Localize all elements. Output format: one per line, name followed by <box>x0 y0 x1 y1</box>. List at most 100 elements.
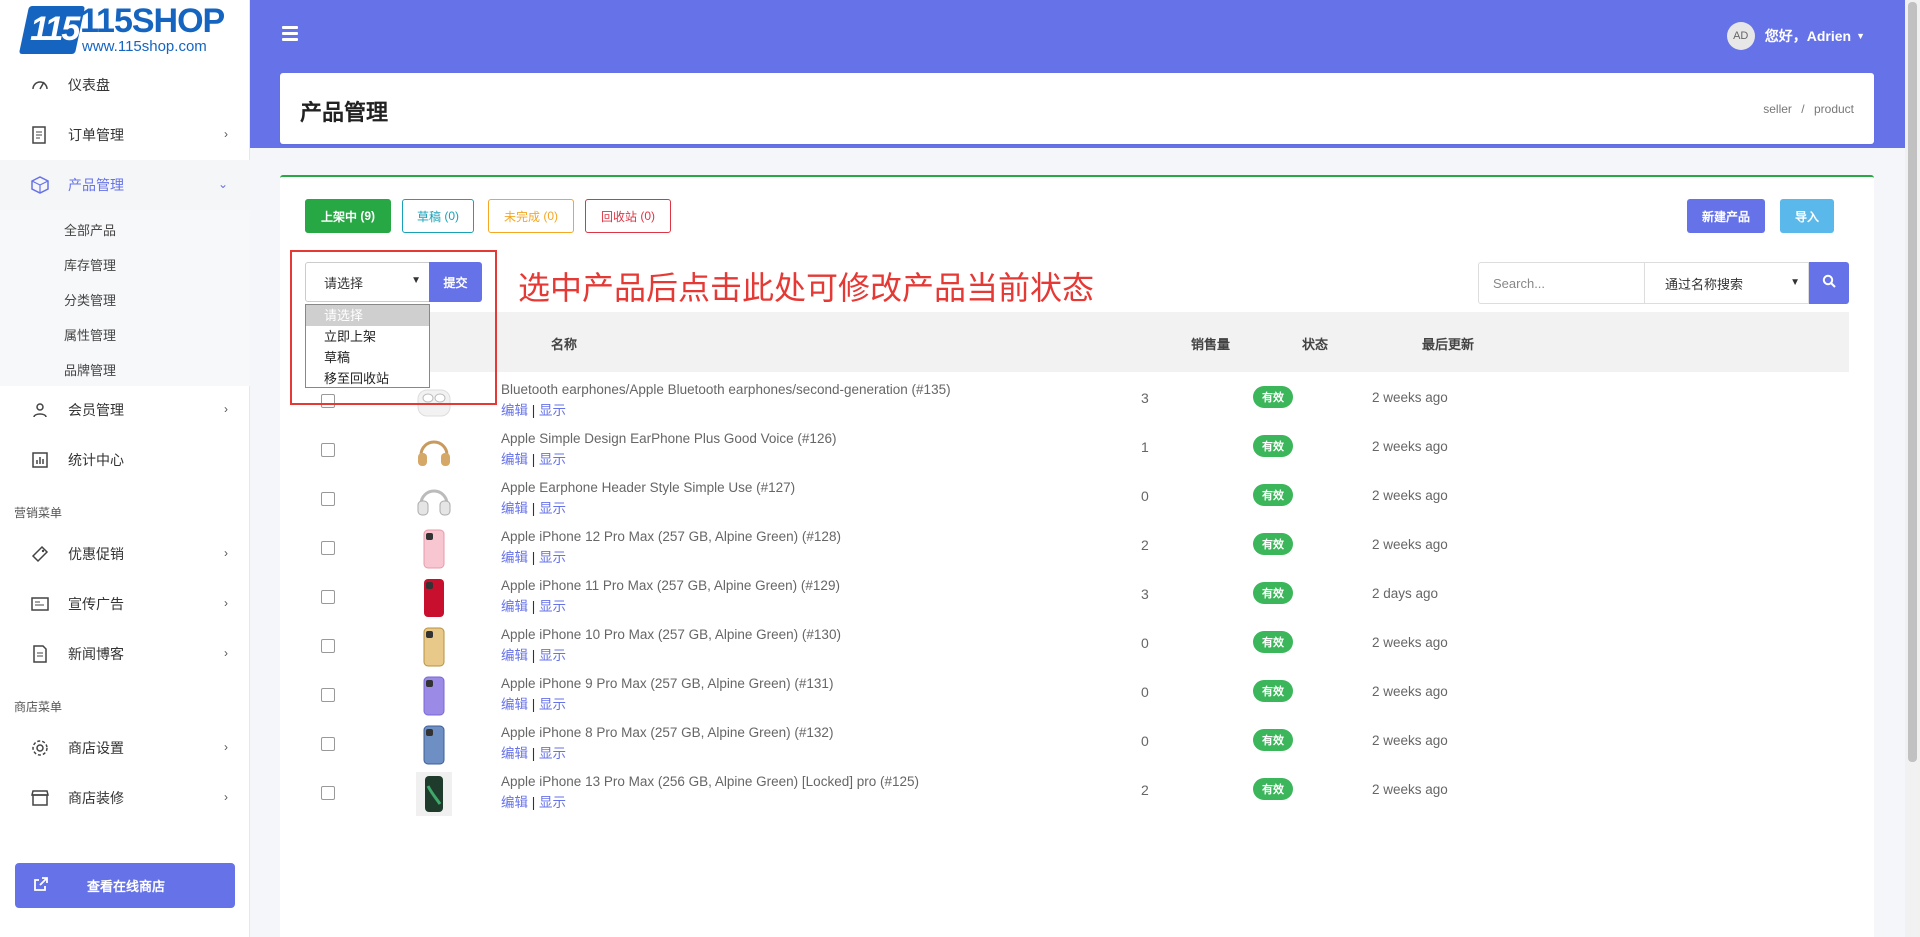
sales-count: 0 <box>1141 733 1149 749</box>
sidebar-item-store-settings[interactable]: 商店设置 › <box>0 723 250 773</box>
link-separator: | <box>528 403 540 418</box>
product-thumbnail <box>409 671 459 721</box>
search-mode-select[interactable]: 通过名称搜索 ▼ <box>1644 262 1809 304</box>
sidebar-item-label: 优惠促销 <box>68 546 124 562</box>
row-checkbox[interactable] <box>321 786 335 800</box>
status-badge: 有效 <box>1253 778 1293 800</box>
product-thumbnail <box>409 475 459 525</box>
row-checkbox[interactable] <box>321 590 335 604</box>
page-scrollbar[interactable] <box>1905 0 1920 937</box>
chevron-right-icon: › <box>224 127 228 141</box>
row-checkbox[interactable] <box>321 737 335 751</box>
edit-link[interactable]: 编辑 <box>501 599 528 614</box>
annotation-highlight-box <box>290 250 497 405</box>
new-product-button[interactable]: 新建产品 <box>1687 199 1765 233</box>
chevron-down-icon: ▼ <box>1790 277 1800 288</box>
sidebar-item-products[interactable]: 产品管理 ⌄ <box>0 160 250 210</box>
table-row: Apple iPhone 13 Pro Max (256 GB, Alpine … <box>280 764 1824 824</box>
show-link[interactable]: 显示 <box>539 697 566 712</box>
edit-link[interactable]: 编辑 <box>501 795 528 810</box>
product-thumbnail <box>409 573 459 623</box>
tab-incomplete[interactable]: 未完成 (0) <box>488 199 574 233</box>
show-link[interactable]: 显示 <box>539 599 566 614</box>
product-list-card: 上架中 (9) 草稿 (0) 未完成 (0) 回收站 (0) 新建产品 导入 请… <box>280 175 1874 937</box>
edit-link[interactable]: 编辑 <box>501 550 528 565</box>
row-checkbox[interactable] <box>321 688 335 702</box>
sales-count: 0 <box>1141 684 1149 700</box>
sidebar-item-members[interactable]: 会员管理 › <box>0 385 250 435</box>
show-link[interactable]: 显示 <box>539 550 566 565</box>
row-checkbox[interactable] <box>321 639 335 653</box>
column-header-updated[interactable]: 最后更新 <box>1422 334 1474 353</box>
tab-listed[interactable]: 上架中 (9) <box>305 199 391 233</box>
sidebar-item-store-decor[interactable]: 商店装修 › <box>0 773 250 823</box>
brand-logo[interactable]: 115 115SHOP www.115shop.com <box>0 0 249 64</box>
submenu-item-attributes[interactable]: 属性管理 <box>64 325 116 344</box>
edit-link[interactable]: 编辑 <box>501 697 528 712</box>
product-name: Apple iPhone 13 Pro Max (256 GB, Alpine … <box>501 774 919 789</box>
user-menu[interactable]: AD 您好， Adrien ▼ <box>1726 22 1865 50</box>
chevron-right-icon: › <box>224 402 228 416</box>
submenu-item-all-products[interactable]: 全部产品 <box>64 220 116 239</box>
view-online-store-button[interactable]: 查看在线商店 <box>15 863 235 908</box>
column-header-status[interactable]: 状态 <box>1302 334 1328 353</box>
sidebar-item-promotions[interactable]: 优惠促销 › <box>0 529 250 579</box>
scrollbar-thumb[interactable] <box>1908 2 1917 762</box>
caret-down-icon: ▼ <box>1856 31 1865 41</box>
edit-link[interactable]: 编辑 <box>501 452 528 467</box>
search-button[interactable] <box>1809 262 1849 304</box>
status-badge: 有效 <box>1253 582 1293 604</box>
show-link[interactable]: 显示 <box>539 648 566 663</box>
sidebar-item-news[interactable]: 新闻博客 › <box>0 629 250 679</box>
show-link[interactable]: 显示 <box>539 501 566 516</box>
edit-link[interactable]: 编辑 <box>501 403 528 418</box>
product-actions: 编辑 | 显示 <box>501 546 566 566</box>
submenu-item-inventory[interactable]: 库存管理 <box>64 255 116 274</box>
search-input[interactable]: Search... <box>1478 262 1644 304</box>
breadcrumb-product: product <box>1813 102 1854 116</box>
stats-icon <box>28 448 52 472</box>
product-name: Apple iPhone 9 Pro Max (257 GB, Alpine G… <box>501 676 834 691</box>
breadcrumb-seller[interactable]: seller <box>1763 102 1792 116</box>
import-button[interactable]: 导入 <box>1780 199 1834 233</box>
row-checkbox[interactable] <box>321 541 335 555</box>
product-name: Apple iPhone 12 Pro Max (257 GB, Alpine … <box>501 529 841 544</box>
users-icon <box>28 398 52 422</box>
chevron-right-icon: › <box>224 546 228 560</box>
sidebar-item-label: 统计中心 <box>68 452 124 468</box>
show-link[interactable]: 显示 <box>539 452 566 467</box>
chevron-right-icon: › <box>224 790 228 804</box>
news-icon <box>28 642 52 666</box>
menu-toggle-icon[interactable] <box>282 26 298 41</box>
edit-link[interactable]: 编辑 <box>501 648 528 663</box>
updated-time: 2 weeks ago <box>1372 439 1448 454</box>
submenu-item-categories[interactable]: 分类管理 <box>64 290 116 309</box>
page-header-card: 产品管理 seller / product <box>280 73 1874 144</box>
sidebar-item-ads[interactable]: 宣传广告 › <box>0 579 250 629</box>
submenu-item-brands[interactable]: 品牌管理 <box>64 360 116 379</box>
row-checkbox[interactable] <box>321 492 335 506</box>
sales-count: 0 <box>1141 488 1149 504</box>
sidebar-item-dashboard[interactable]: 仪表盘 <box>0 60 250 110</box>
tab-draft[interactable]: 草稿 (0) <box>402 199 474 233</box>
edit-link[interactable]: 编辑 <box>501 746 528 761</box>
column-header-sales[interactable]: 销售量 <box>1191 334 1230 353</box>
show-link[interactable]: 显示 <box>539 795 566 810</box>
sidebar-item-label: 产品管理 <box>68 177 124 193</box>
show-link[interactable]: 显示 <box>539 403 566 418</box>
edit-link[interactable]: 编辑 <box>501 501 528 516</box>
row-checkbox[interactable] <box>321 443 335 457</box>
column-header-name[interactable]: 名称 <box>551 334 577 353</box>
sales-count: 0 <box>1141 635 1149 651</box>
product-name: Apple iPhone 11 Pro Max (257 GB, Alpine … <box>501 578 840 593</box>
sidebar-item-label: 商店装修 <box>68 790 124 806</box>
product-thumbnail <box>409 720 459 770</box>
product-name: Apple Simple Design EarPhone Plus Good V… <box>501 431 837 446</box>
link-separator: | <box>528 599 540 614</box>
tab-recycle-bin[interactable]: 回收站 (0) <box>585 199 671 233</box>
brand-name: 115SHOP <box>80 2 225 40</box>
show-link[interactable]: 显示 <box>539 746 566 761</box>
sidebar-item-orders[interactable]: 订单管理 › <box>0 110 250 160</box>
sidebar-item-label: 新闻博客 <box>68 646 124 662</box>
sidebar-item-stats[interactable]: 统计中心 <box>0 435 250 485</box>
